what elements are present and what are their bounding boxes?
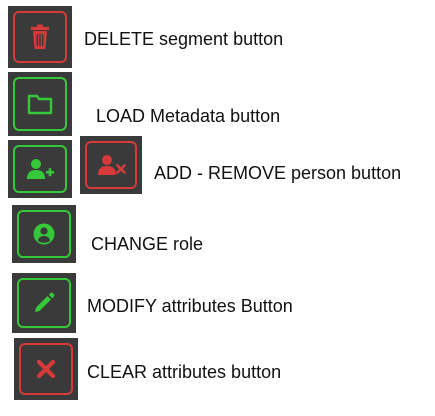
change-role-label: CHANGE role [91,234,204,254]
add-person-button[interactable] [8,140,72,198]
clear-attributes-button[interactable] [14,338,78,400]
delete-segment-button[interactable] [8,6,72,68]
add-remove-person-label: ADD - REMOVE person button [154,163,402,183]
delete-segment-label: DELETE segment button [84,29,284,49]
change-role-button[interactable] [12,205,76,263]
modify-attributes-label: MODIFY attributes Button [87,296,293,316]
modify-attributes-button[interactable] [12,273,76,333]
load-metadata-label: LOAD Metadata button [96,106,281,126]
clear-attributes-label: CLEAR attributes button [87,362,282,382]
load-metadata-button[interactable] [8,72,72,136]
remove-person-button[interactable] [80,136,142,194]
